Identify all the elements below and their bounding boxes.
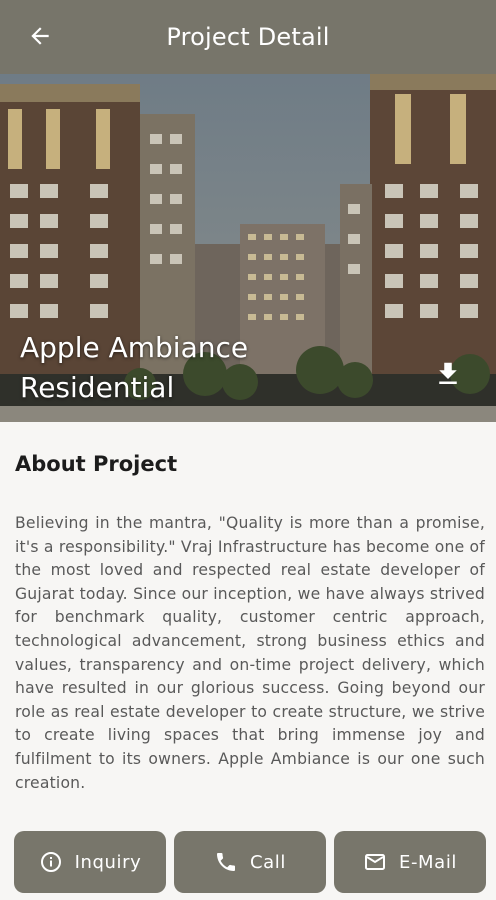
mail-icon bbox=[363, 850, 387, 874]
inquiry-label: Inquiry bbox=[74, 851, 142, 873]
email-button[interactable]: E-Mail bbox=[334, 831, 486, 893]
project-title-line-2: Residential bbox=[20, 371, 175, 404]
app-bar: Project Detail bbox=[0, 0, 496, 74]
download-icon bbox=[439, 362, 457, 384]
about-heading: About Project bbox=[15, 452, 178, 476]
page-title: Project Detail bbox=[166, 23, 330, 51]
project-hero-image: Apple Ambiance Residential bbox=[0, 74, 496, 422]
about-description: Believing in the mantra, "Quality is mor… bbox=[15, 514, 485, 792]
action-bar: Inquiry Call E-Mail bbox=[14, 831, 486, 893]
inquiry-button[interactable]: Inquiry bbox=[14, 831, 166, 893]
back-button[interactable] bbox=[22, 18, 58, 54]
download-button[interactable] bbox=[428, 354, 468, 394]
arrow-left-icon bbox=[31, 27, 49, 45]
info-icon bbox=[39, 850, 63, 874]
project-title-line-1: Apple Ambiance bbox=[20, 331, 249, 364]
phone-icon bbox=[214, 850, 238, 874]
call-button[interactable]: Call bbox=[174, 831, 326, 893]
email-label: E-Mail bbox=[398, 851, 458, 873]
call-label: Call bbox=[249, 851, 286, 873]
project-title: Apple Ambiance Residential bbox=[20, 328, 380, 408]
